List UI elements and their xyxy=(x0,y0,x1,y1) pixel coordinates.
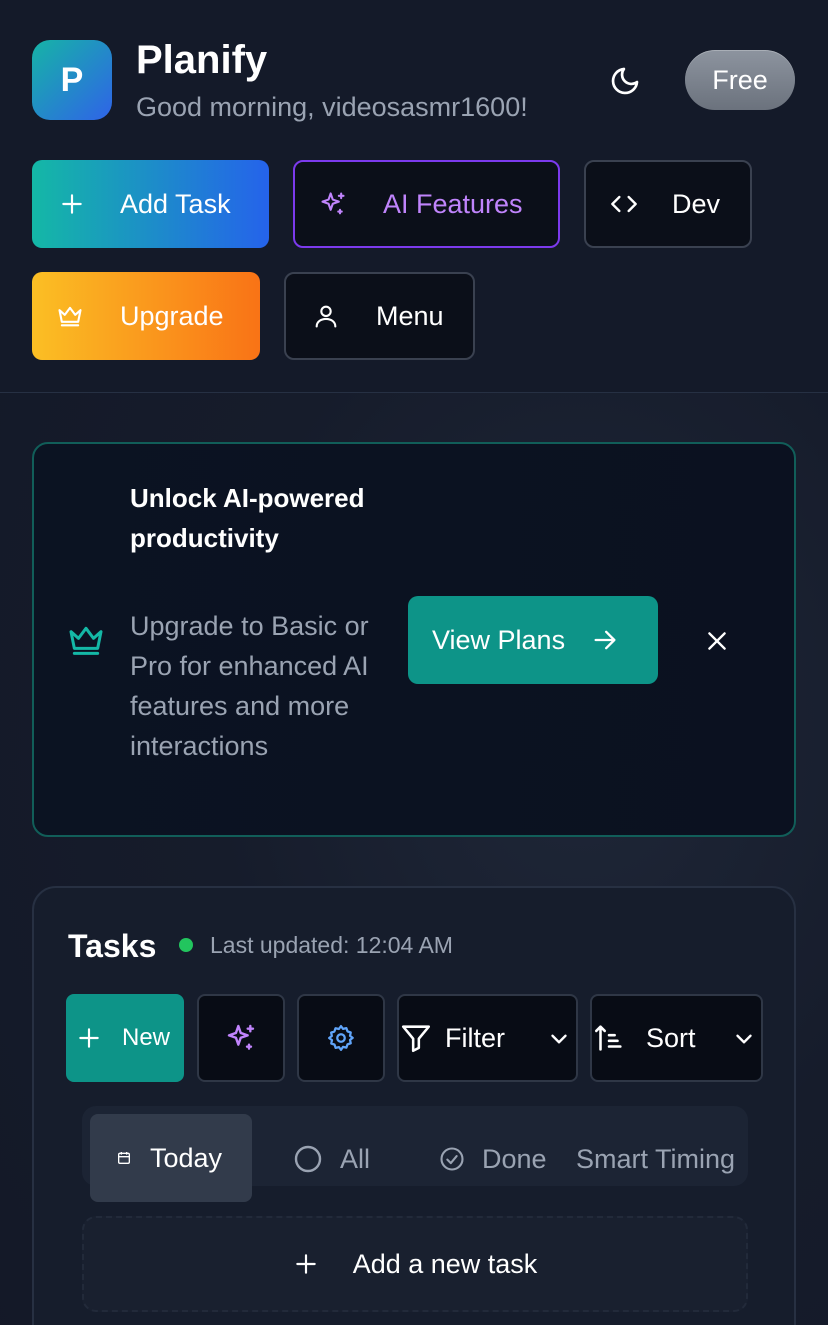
sparkles-icon xyxy=(319,190,347,218)
calendar-icon xyxy=(116,1150,132,1166)
circle-icon xyxy=(292,1143,324,1175)
filter-dropdown[interactable]: Filter xyxy=(397,994,578,1082)
sparkles-icon xyxy=(227,1024,255,1050)
tasks-panel: Tasks Last updated: 12:04 AM New Filter … xyxy=(32,886,796,1325)
user-icon xyxy=(312,302,340,330)
close-icon xyxy=(708,632,726,650)
menu-button[interactable]: Menu xyxy=(284,272,475,360)
greeting-text: Good morning, videosasmr1600! xyxy=(136,92,528,122)
new-task-label: New xyxy=(122,1024,171,1051)
ai-assist-button[interactable] xyxy=(197,994,285,1082)
tab-today-label: Today xyxy=(150,1142,223,1173)
banner-description: Upgrade to Basic or Pro for enhanced AI … xyxy=(130,611,369,761)
moon-icon xyxy=(611,67,639,95)
plus-icon xyxy=(76,1025,102,1051)
menu-label: Menu xyxy=(376,300,444,331)
app-title: Planify xyxy=(136,38,268,82)
ai-features-button[interactable]: AI Features xyxy=(293,160,560,248)
sort-label: Sort xyxy=(646,1022,696,1053)
chevron-down-icon xyxy=(731,1026,757,1052)
ai-features-label: AI Features xyxy=(383,188,523,219)
tab-all-label: All xyxy=(340,1143,371,1174)
tab-smart-timing-label: Smart Timing xyxy=(576,1143,736,1174)
tab-today[interactable]: Today xyxy=(90,1114,252,1202)
banner-title: Unlock AI-powered productivity xyxy=(130,483,365,553)
tab-all[interactable]: All xyxy=(292,1116,370,1202)
crown-icon xyxy=(56,302,84,330)
filter-icon xyxy=(399,1021,433,1055)
sort-dropdown[interactable]: Sort xyxy=(590,994,763,1082)
tab-done-label: Done xyxy=(482,1143,547,1174)
arrow-right-icon xyxy=(591,626,619,654)
sort-icon xyxy=(592,1021,626,1055)
last-updated-text: Last updated: 12:04 AM xyxy=(210,932,453,958)
view-plans-label: View Plans xyxy=(432,624,566,655)
plus-icon xyxy=(58,190,86,218)
plus-icon xyxy=(293,1251,319,1277)
settings-button[interactable] xyxy=(297,994,385,1082)
close-banner-button[interactable] xyxy=(700,624,734,658)
theme-toggle-button[interactable] xyxy=(602,58,648,104)
add-task-label: Add Task xyxy=(120,188,231,219)
filter-label: Filter xyxy=(445,1022,505,1053)
add-new-task-button[interactable]: Add a new task xyxy=(82,1216,748,1312)
upgrade-label: Upgrade xyxy=(120,300,224,331)
planify-app: P Planify Good morning, videosasmr1600! … xyxy=(0,0,828,1325)
app-header: P Planify Good morning, videosasmr1600! … xyxy=(0,0,828,393)
plan-badge[interactable]: Free xyxy=(685,50,795,110)
upgrade-banner: Unlock AI-powered productivity Upgrade t… xyxy=(32,442,796,837)
upgrade-button[interactable]: Upgrade xyxy=(32,272,260,360)
new-task-button[interactable]: New xyxy=(66,994,184,1082)
app-logo: P xyxy=(32,40,112,120)
dev-button[interactable]: Dev xyxy=(584,160,752,248)
gear-icon xyxy=(328,1025,354,1051)
check-circle-icon xyxy=(438,1145,466,1173)
add-task-button[interactable]: Add Task xyxy=(32,160,269,248)
task-view-tabs: Today All Done Smart Timing xyxy=(82,1106,748,1202)
chevron-down-icon xyxy=(546,1026,572,1052)
tasks-title: Tasks xyxy=(68,928,157,964)
view-plans-button[interactable]: View Plans xyxy=(408,596,658,684)
tab-done[interactable]: Done xyxy=(438,1116,547,1202)
dev-label: Dev xyxy=(672,188,721,219)
status-dot xyxy=(179,938,193,952)
add-new-task-label: Add a new task xyxy=(352,1248,538,1279)
crown-icon xyxy=(66,620,106,660)
tab-smart-timing[interactable]: Smart Timing xyxy=(576,1116,735,1202)
code-icon xyxy=(610,190,638,218)
